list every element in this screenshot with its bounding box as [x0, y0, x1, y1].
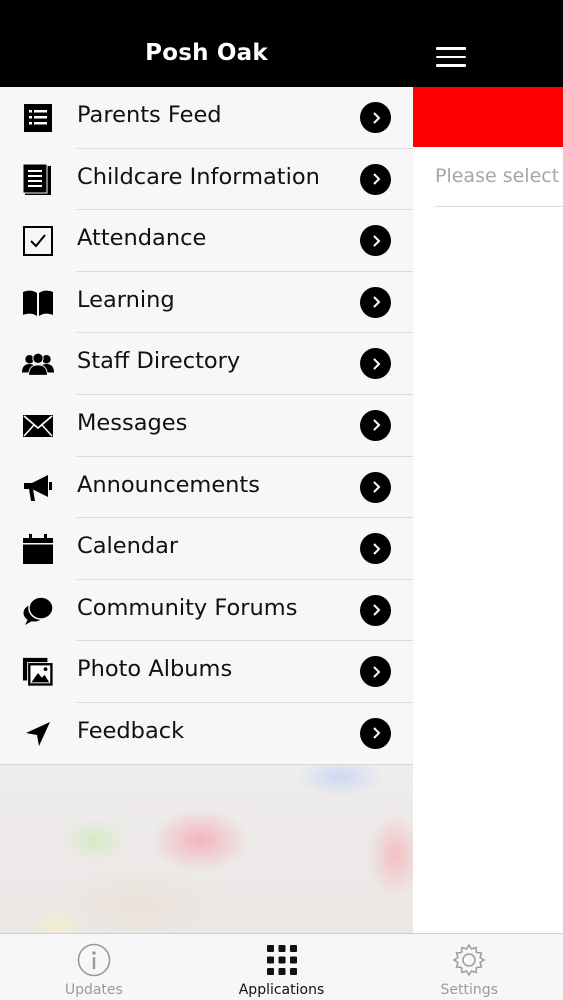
- list-icon: [22, 102, 54, 134]
- side-drawer: Posh Oak Parents Feed Childcare Informat…: [0, 0, 413, 933]
- chevron-right-icon: [360, 533, 391, 565]
- menu-item-parents-feed[interactable]: Parents Feed: [0, 87, 413, 149]
- menu-item-feedback[interactable]: Feedback: [0, 703, 413, 765]
- menu-item-announcements[interactable]: Announcements: [0, 457, 413, 519]
- menu-item-label: Learning: [77, 286, 175, 313]
- chevron-right-icon: [360, 348, 391, 380]
- menu-item-label: Photo Albums: [77, 656, 233, 683]
- grid-icon: [264, 942, 300, 978]
- menu-item-childcare-information[interactable]: Childcare Information: [0, 149, 413, 211]
- checkbox-icon: [22, 225, 54, 257]
- tab-applications[interactable]: Applications: [188, 934, 376, 1000]
- gear-icon: [451, 942, 487, 978]
- photos-icon: [22, 656, 54, 688]
- book-icon: [22, 287, 54, 319]
- megaphone-icon: [22, 472, 54, 504]
- menu-item-label: Calendar: [77, 533, 179, 560]
- chevron-right-icon: [360, 594, 391, 626]
- drawer-header: Posh Oak: [0, 0, 413, 87]
- chevron-right-icon: [360, 409, 391, 441]
- select-hint-text: Please select y: [435, 165, 563, 187]
- menu-item-label: Feedback: [77, 717, 185, 744]
- red-banner: [413, 87, 563, 147]
- menu-item-calendar[interactable]: Calendar: [0, 518, 413, 580]
- menu-item-label: Community Forums: [77, 594, 298, 621]
- menu-item-label: Messages: [77, 409, 188, 436]
- menu-item-label: Announcements: [77, 471, 260, 498]
- chevron-right-icon: [360, 102, 391, 133]
- chat-bubbles-icon: [22, 595, 54, 627]
- people-icon: [22, 348, 54, 380]
- background-photo: [0, 765, 413, 933]
- calendar-icon: [22, 533, 54, 565]
- menu-item-attendance[interactable]: Attendance: [0, 210, 413, 272]
- info-icon: [76, 942, 112, 978]
- menu-item-label: Parents Feed: [77, 102, 222, 128]
- menu-item-label: Attendance: [77, 225, 207, 252]
- tab-bar: Updates Applications Settings: [0, 933, 563, 1000]
- content-pane: Please select y: [413, 0, 563, 933]
- hamburger-menu-icon[interactable]: [436, 47, 466, 67]
- chevron-right-icon: [360, 717, 391, 749]
- paper-plane-icon: [22, 718, 54, 750]
- menu-item-staff-directory[interactable]: Staff Directory: [0, 333, 413, 395]
- chevron-right-icon: [360, 656, 391, 688]
- menu-item-community-forums[interactable]: Community Forums: [0, 580, 413, 642]
- menu-item-photo-albums[interactable]: Photo Albums: [0, 641, 413, 703]
- tab-updates[interactable]: Updates: [0, 934, 188, 1000]
- menu-item-label: Staff Directory: [77, 348, 241, 375]
- tab-label: Applications: [238, 982, 325, 998]
- document-icon: [22, 163, 54, 196]
- app-screen: Posh Oak Parents Feed Childcare Informat…: [0, 0, 563, 1000]
- tab-settings[interactable]: Settings: [375, 934, 563, 1000]
- tab-label: Settings: [440, 982, 498, 998]
- content-header: [413, 0, 563, 87]
- chevron-right-icon: [360, 163, 391, 195]
- chevron-right-icon: [360, 286, 391, 318]
- chevron-right-icon: [360, 471, 391, 503]
- menu-list: Parents Feed Childcare Information Atten…: [0, 87, 413, 765]
- app-title: Posh Oak: [145, 40, 268, 66]
- menu-item-label: Childcare Information: [77, 163, 320, 190]
- menu-item-messages[interactable]: Messages: [0, 395, 413, 457]
- chevron-right-icon: [360, 225, 391, 257]
- menu-item-learning[interactable]: Learning: [0, 272, 413, 334]
- envelope-icon: [22, 410, 54, 442]
- tab-label: Updates: [64, 982, 123, 998]
- divider: [435, 206, 563, 207]
